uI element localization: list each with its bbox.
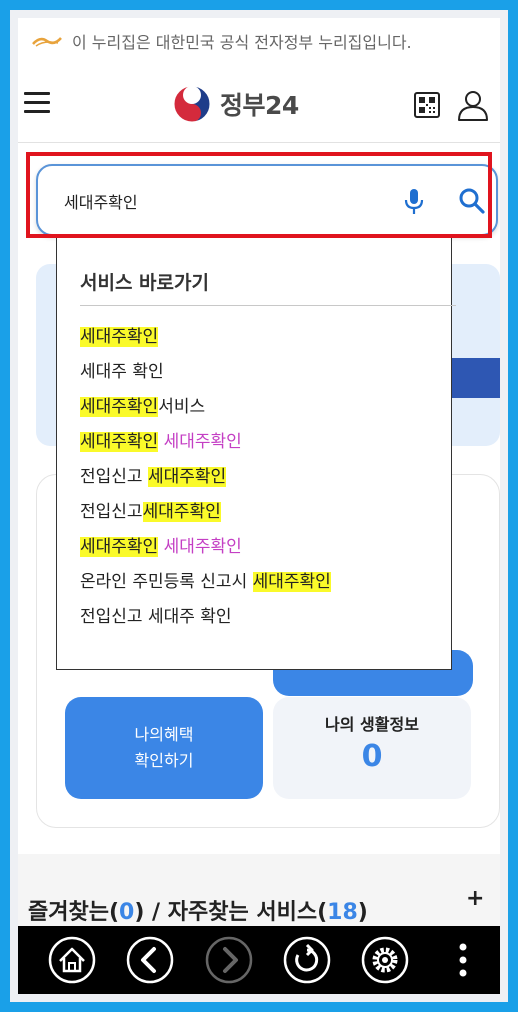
suggestion-match-text: 세대주확인 [163,537,242,557]
site-header: 정부24 [18,64,500,143]
suggestion-match-highlight: 세대주확인 [147,467,227,487]
suggestions-list: 세대주확인 세대주 확인 세대주확인서비스 세대주확인 세대주확인 전입신고 세대주확인… [80,322,331,637]
forward-icon[interactable] [204,935,254,985]
taegeuk-logo-icon [173,85,211,123]
suggestion-text: 전입신고 세대주 확인 [80,607,232,627]
suggestion-text: 전입신고 [80,467,148,487]
suggestion-item[interactable]: 전입신고 세대주 확인 [80,602,331,637]
suggestion-match-highlight: 세대주확인 [80,397,159,417]
suggestion-text: 세대주 확인 [80,362,164,382]
life-info-card[interactable]: 나의 생활정보 0 [273,697,471,799]
suggestion-match-highlight: 세대주확인 [142,502,221,522]
suggestion-item[interactable]: 전입신고 세대주확인 [80,462,331,497]
suggestion-item[interactable]: 세대주확인 [80,322,331,357]
suggestion-item[interactable]: 온라인 주민등록 신고시 세대주확인 [80,567,331,602]
search-suggestions-dropdown: 서비스 바로가기 세대주확인 세대주 확인 세대주확인서비스 세대주확인 세대주확인 전… [56,238,456,670]
bottom-nav-bar [18,926,500,994]
page: 이 누리집은 대한민국 공식 전자정부 누리집입니다. 정부24 나의혜택 확인… [18,18,500,994]
back-icon[interactable] [125,935,175,985]
suggestion-match-highlight: 세대주확인 [80,327,159,347]
suggestion-text: 온라인 주민등록 신고시 [80,572,253,592]
suggestions-divider [80,305,456,306]
favorites-add-button[interactable]: + [466,886,484,911]
suggestion-match-highlight: 세대주확인 [252,572,331,592]
my-benefits-button[interactable]: 나의혜택 확인하기 [65,697,263,799]
suggestion-item[interactable]: 세대주확인 세대주확인 [80,532,331,567]
refresh-icon[interactable] [282,935,332,985]
logo-text: 정부24 [220,91,299,120]
life-info-title: 나의 생활정보 [325,715,419,734]
suggestion-match-highlight: 세대주확인 [80,537,159,557]
favorites-middle: ) / 자주찾는 서비스( [134,900,328,925]
favorites-prefix: 즐겨찾는( [28,900,120,925]
life-info-count: 0 [361,739,383,774]
favorites-title: 즐겨찾는(0) / 자주찾는 서비스(18) [28,894,368,926]
more-vertical-icon[interactable] [448,935,478,985]
suggestions-title: 서비스 바로가기 [80,272,209,294]
suggestion-item[interactable]: 세대주확인서비스 [80,392,331,427]
home-icon[interactable] [47,935,97,985]
user-account-icon[interactable] [456,88,490,122]
search-highlight-outline [26,152,492,238]
suggestion-match-highlight: 세대주확인 [80,432,159,452]
benefit-line1: 나의혜택 [134,725,194,744]
qr-code-icon[interactable] [414,92,440,118]
favorites-suffix: ) [357,900,368,925]
frequent-count: 18 [327,900,358,925]
settings-icon[interactable] [360,935,410,985]
benefit-line2: 확인하기 [134,751,194,770]
egov-logo-icon [32,37,62,47]
suggestion-item[interactable]: 세대주확인 세대주확인 [80,427,331,462]
suggestion-text: 서비스 [158,397,206,417]
app-frame: 이 누리집은 대한민국 공식 전자정부 누리집입니다. 정부24 나의혜택 확인… [0,0,518,1012]
gov-banner-text: 이 누리집은 대한민국 공식 전자정부 누리집입니다. [72,33,412,52]
favorites-count: 0 [119,900,135,925]
suggestion-item[interactable]: 세대주 확인 [80,357,331,392]
suggestion-match-text: 세대주확인 [163,432,242,452]
hamburger-menu-icon[interactable] [24,92,50,114]
suggestion-text: 전입신고 [80,502,143,522]
gov-official-banner: 이 누리집은 대한민국 공식 전자정부 누리집입니다. [18,18,500,65]
suggestion-item[interactable]: 전입신고세대주확인 [80,497,331,532]
gov24-logo[interactable]: 정부24 [172,84,299,124]
